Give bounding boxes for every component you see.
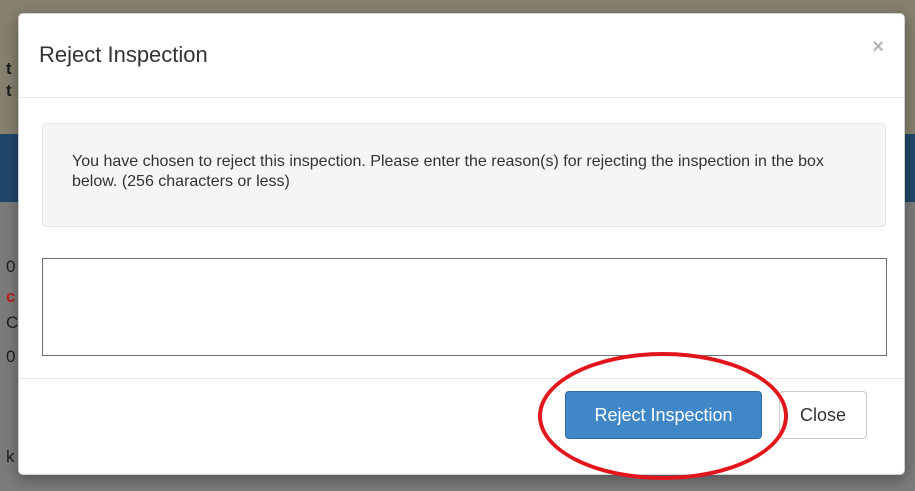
reject-inspection-button[interactable]: Reject Inspection bbox=[565, 391, 762, 439]
dialog-title: Reject Inspection bbox=[39, 42, 208, 67]
dialog-header: Reject Inspection × bbox=[19, 14, 904, 98]
background-text-fragment: c bbox=[6, 287, 16, 306]
dialog-footer bbox=[19, 378, 904, 476]
reject-reason-input[interactable] bbox=[42, 258, 887, 356]
background-text-fragment: 0 bbox=[6, 347, 16, 366]
info-message-text: You have chosen to reject this inspectio… bbox=[72, 153, 824, 190]
info-message-box: You have chosen to reject this inspectio… bbox=[42, 123, 886, 227]
page: t t 0 c C 0 k Reject Inspection × You ha… bbox=[0, 0, 915, 491]
background-text-fragment: t bbox=[6, 59, 12, 78]
background-text-fragment: 0 bbox=[6, 257, 16, 276]
reject-inspection-dialog: Reject Inspection × You have chosen to r… bbox=[18, 13, 905, 475]
background-text-fragment: C bbox=[6, 313, 19, 332]
close-button[interactable]: Close bbox=[779, 391, 867, 439]
background-text-fragment: k bbox=[6, 447, 15, 466]
background-text-fragment: t bbox=[6, 81, 12, 100]
close-icon[interactable]: × bbox=[872, 36, 884, 59]
